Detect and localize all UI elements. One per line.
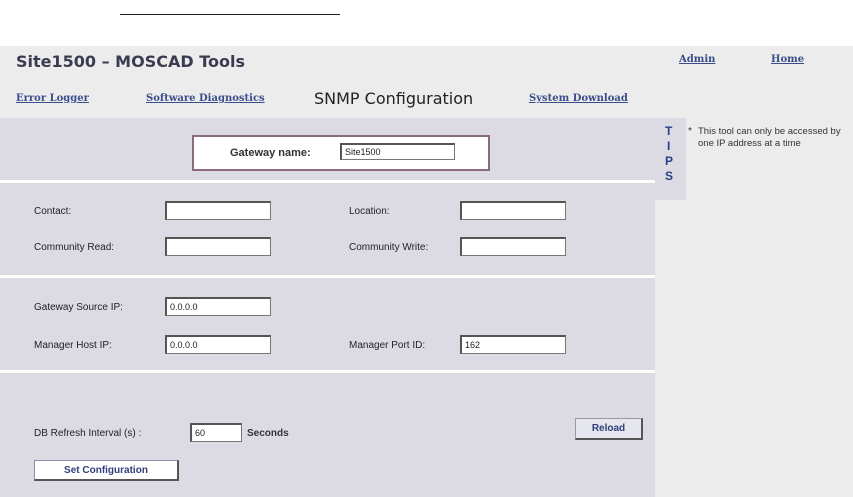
- tips-letter-t: T: [665, 124, 673, 138]
- nav-system-download[interactable]: System Download: [529, 93, 628, 104]
- location-input[interactable]: [460, 201, 566, 220]
- community-write-label: Community Write:: [349, 242, 429, 253]
- manager-host-ip-label: Manager Host IP:: [34, 340, 112, 351]
- location-label: Location:: [349, 206, 390, 217]
- home-link[interactable]: Home: [771, 54, 804, 65]
- community-write-input[interactable]: [460, 237, 566, 256]
- gateway-source-ip-label: Gateway Source IP:: [34, 302, 123, 313]
- gateway-name-input[interactable]: [340, 143, 455, 160]
- contact-section: [0, 183, 655, 275]
- contact-input[interactable]: [165, 201, 271, 220]
- manager-port-id-label: Manager Port ID:: [349, 340, 426, 351]
- tips-letter-i: I: [667, 139, 671, 153]
- top-divider-line: [120, 14, 340, 15]
- tips-text: This tool can only be accessed by one IP…: [698, 126, 841, 149]
- gateway-source-ip-input[interactable]: [165, 297, 271, 316]
- refresh-section: [0, 373, 655, 452]
- manager-port-id-input[interactable]: [460, 335, 566, 354]
- nav-software-diagnostics[interactable]: Software Diagnostics: [146, 93, 265, 104]
- community-read-input[interactable]: [165, 237, 271, 256]
- db-refresh-input[interactable]: [190, 423, 242, 442]
- tips-letter-p: P: [665, 154, 674, 168]
- network-section: [0, 278, 655, 370]
- db-refresh-label: DB Refresh Interval (s) :: [34, 428, 142, 439]
- reload-button[interactable]: Reload: [575, 418, 643, 440]
- tips-bullet: *: [688, 126, 692, 137]
- set-configuration-button[interactable]: Set Configuration: [34, 460, 179, 481]
- community-read-label: Community Read:: [34, 242, 115, 253]
- admin-link[interactable]: Admin: [679, 54, 715, 65]
- db-refresh-unit: Seconds: [247, 428, 289, 439]
- nav-current-page: SNMP Configuration: [314, 89, 474, 108]
- gateway-name-label: Gateway name:: [230, 147, 311, 159]
- contact-label: Contact:: [34, 206, 72, 217]
- app-title: Site1500 – MOSCAD Tools: [16, 52, 245, 71]
- tips-letter-s: S: [665, 169, 674, 183]
- nav-error-logger[interactable]: Error Logger: [16, 93, 89, 104]
- manager-host-ip-input[interactable]: [165, 335, 271, 354]
